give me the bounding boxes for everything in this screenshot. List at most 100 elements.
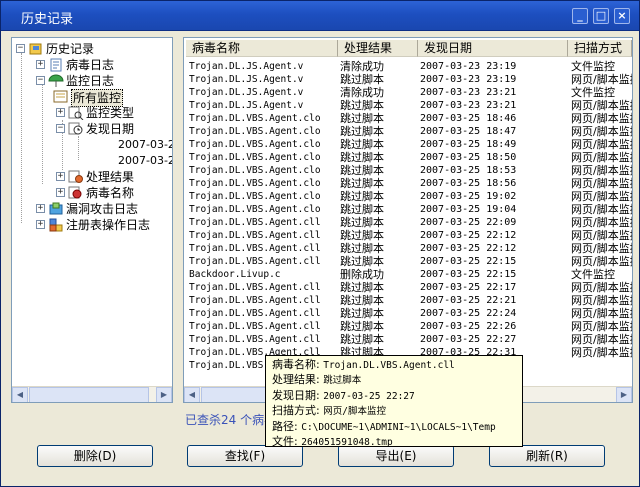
table-row[interactable]: Trojan.DL.VBS.Agent.clo 跳过脚本 2007-03-25 18… (184, 177, 632, 190)
table-row[interactable]: Trojan.DL.VBS.Agent.cll 跳过脚本 2007-03-25 22… (184, 281, 632, 294)
cell-result: 跳过脚本 (340, 99, 384, 112)
cell-virus-name: Backdoor.Livup.c (189, 269, 281, 280)
table-row[interactable]: Trojan.DL.VBS.Agent.clo 跳过脚本 2007-03-25 18… (184, 112, 632, 125)
table-row[interactable]: Trojan.DL.VBS.Agent.clo 跳过脚本 2007-03-25 18… (184, 164, 632, 177)
table-row[interactable]: Trojan.DL.VBS.Agent.clo 跳过脚本 2007-03-25 18… (184, 125, 632, 138)
expand-icon[interactable]: + (36, 204, 45, 213)
maximize-button[interactable]: □ (593, 8, 609, 24)
tree-item-label: 漏洞攻击日志 (66, 202, 139, 216)
collapse-icon[interactable]: − (56, 124, 65, 133)
cell-scan-mode: 网页/脚本监控 (571, 320, 632, 333)
monitor-icon (53, 90, 69, 104)
shield-icon (48, 202, 64, 216)
col-header-result[interactable]: 处理结果 (338, 40, 418, 57)
cell-date: 2007-03-25 22:27 (420, 334, 517, 345)
table-row[interactable]: Trojan.DL.VBS.Agent.clo 跳过脚本 2007-03-25 18… (184, 138, 632, 151)
tree-item-label: 监控类型 (86, 106, 135, 120)
table-row[interactable]: Trojan.DL.VBS.Agent.clo 跳过脚本 2007-03-25 18… (184, 151, 632, 164)
table-row[interactable]: Trojan.DL.VBS.Agent.cll 跳过脚本 2007-03-25 22… (184, 255, 632, 268)
cell-virus-name: Trojan.DL.VBS.Agent.cll (189, 308, 321, 319)
cell-result: 删除成功 (340, 268, 384, 281)
tooltip-key: 路径: (272, 419, 298, 433)
tooltip-line: 处理结果: 跳过脚本 (272, 373, 516, 388)
table-row[interactable]: Trojan.DL.JS.Agent.v 清除成功 2007-03-23 23:21… (184, 86, 632, 99)
cell-scan-mode: 网页/脚本监控 (571, 138, 632, 151)
table-row[interactable]: Trojan.DL.JS.Agent.v 清除成功 2007-03-23 23:19… (184, 60, 632, 73)
status-text: 已查杀24 个病毒 (185, 413, 277, 427)
cell-date: 2007-03-25 22:15 (420, 256, 517, 267)
table-row[interactable]: Trojan.DL.VBS.Agent.clo 跳过脚本 2007-03-25 19… (184, 190, 632, 203)
table-row[interactable]: Trojan.DL.VBS.Agent.cll 跳过脚本 2007-03-25 22… (184, 320, 632, 333)
tree-item-label: 发现日期 (86, 122, 135, 136)
log-list[interactable]: 病毒名称 处理结果 发现日期 扫描方式 Trojan.DL.JS.Agent.v… (183, 37, 633, 403)
cell-date: 2007-03-25 18:56 (420, 178, 517, 189)
book-icon (28, 42, 44, 56)
cell-scan-mode: 网页/脚本监控 (571, 307, 632, 320)
cell-date: 2007-03-25 22:12 (420, 230, 517, 241)
expand-icon[interactable]: + (56, 172, 65, 181)
table-row[interactable]: Trojan.DL.VBS.Agent.cll 跳过脚本 2007-03-25 22… (184, 333, 632, 346)
expand-icon[interactable]: + (56, 188, 65, 197)
cell-result: 跳过脚本 (340, 125, 384, 138)
tooltip-line: 病毒名称: Trojan.DL.VBS.Agent.cll (272, 358, 516, 373)
col-header-scan-mode[interactable]: 扫描方式 (568, 40, 632, 57)
cell-date: 2007-03-25 22:15 (420, 269, 517, 280)
log-tree[interactable]: −历史记录+病毒日志−监控日志所有监控+监控类型−发现日期2007-03-232… (11, 37, 173, 403)
cell-virus-name: Trojan.DL.JS.Agent.v (189, 74, 304, 85)
detail-tooltip: 病毒名称: Trojan.DL.VBS.Agent.cll 处理结果: 跳过脚本发… (265, 355, 523, 448)
scroll-thumb[interactable] (29, 387, 149, 402)
cell-virus-name: Trojan.DL.VBS.Agent.clo (189, 178, 321, 189)
cell-virus-name: Trojan.DL.VBS.Agent.cll (189, 243, 321, 254)
tree-item-label: 病毒日志 (66, 58, 115, 72)
cell-virus-name: Trojan.DL.VBS.Agent.clo (189, 126, 321, 137)
cell-date: 2007-03-25 18:49 (420, 139, 517, 150)
cell-result: 跳过脚本 (340, 177, 384, 190)
cell-result: 跳过脚本 (340, 164, 384, 177)
col-header-virus-name[interactable]: 病毒名称 (186, 40, 338, 57)
tooltip-value: 跳过脚本 (323, 375, 362, 387)
tooltip-key: 病毒名称: (272, 358, 320, 371)
expand-icon[interactable]: + (56, 108, 65, 117)
table-row[interactable]: Trojan.DL.VBS.Agent.cll 跳过脚本 2007-03-25 22… (184, 216, 632, 229)
collapse-icon[interactable]: − (16, 44, 25, 53)
cell-date: 2007-03-23 23:21 (420, 100, 517, 111)
cell-virus-name: Trojan.DL.VBS.Agent.cll (189, 282, 321, 293)
tooltip-line: 扫描方式: 网页/脚本监控 (272, 404, 516, 419)
table-row[interactable]: Trojan.DL.VBS.Agent.cll 跳过脚本 2007-03-25 22… (184, 307, 632, 320)
cell-scan-mode: 网页/脚本监控 (571, 177, 632, 190)
expand-icon[interactable]: + (36, 60, 45, 69)
cell-date: 2007-03-25 18:46 (420, 113, 517, 124)
table-row[interactable]: Backdoor.Livup.c 删除成功 2007-03-25 22:15 文件监控 (184, 268, 632, 281)
cell-scan-mode: 网页/脚本监控 (571, 255, 632, 268)
scroll-left-icon[interactable]: ◀ (12, 387, 28, 402)
title-bar[interactable]: 历史记录 _ □ × (1, 1, 639, 31)
cell-virus-name: Trojan.DL.JS.Agent.v (189, 61, 304, 72)
cell-scan-mode: 网页/脚本监控 (571, 346, 632, 359)
table-row[interactable]: Trojan.DL.VBS.Agent.clo 跳过脚本 2007-03-25 19… (184, 203, 632, 216)
close-button[interactable]: × (614, 8, 630, 24)
expand-icon[interactable]: + (36, 220, 45, 229)
col-header-date[interactable]: 发现日期 (418, 40, 568, 57)
cell-result: 跳过脚本 (340, 229, 384, 242)
table-row[interactable]: Trojan.DL.VBS.Agent.cll 跳过脚本 2007-03-25 22… (184, 294, 632, 307)
tree-hscrollbar[interactable]: ◀ ▶ (12, 386, 172, 402)
minimize-button[interactable]: _ (572, 8, 588, 24)
cell-virus-name: Trojan.DL.VBS.Agent.cll (189, 295, 321, 306)
table-row[interactable]: Trojan.DL.VBS.Agent.cll 跳过脚本 2007-03-25 22… (184, 229, 632, 242)
scroll-right-icon[interactable]: ▶ (616, 387, 632, 402)
collapse-icon[interactable]: − (36, 76, 45, 85)
cell-date: 2007-03-25 18:47 (420, 126, 517, 137)
cell-result: 跳过脚本 (340, 190, 384, 203)
scroll-right-icon[interactable]: ▶ (156, 387, 172, 402)
virus-icon (68, 186, 84, 200)
scroll-left-icon[interactable]: ◀ (184, 387, 200, 402)
cell-scan-mode: 网页/脚本监控 (571, 216, 632, 229)
table-row[interactable]: Trojan.DL.JS.Agent.v 跳过脚本 2007-03-23 23:21… (184, 99, 632, 112)
cell-scan-mode: 网页/脚本监控 (571, 151, 632, 164)
delete-button[interactable]: 删除(D) (37, 445, 153, 467)
table-row[interactable]: Trojan.DL.JS.Agent.v 跳过脚本 2007-03-23 23:19… (184, 73, 632, 86)
tooltip-key: 发现日期: (272, 388, 320, 402)
cell-scan-mode: 网页/脚本监控 (571, 281, 632, 294)
cell-scan-mode: 网页/脚本监控 (571, 229, 632, 242)
table-row[interactable]: Trojan.DL.VBS.Agent.cll 跳过脚本 2007-03-25 22… (184, 242, 632, 255)
